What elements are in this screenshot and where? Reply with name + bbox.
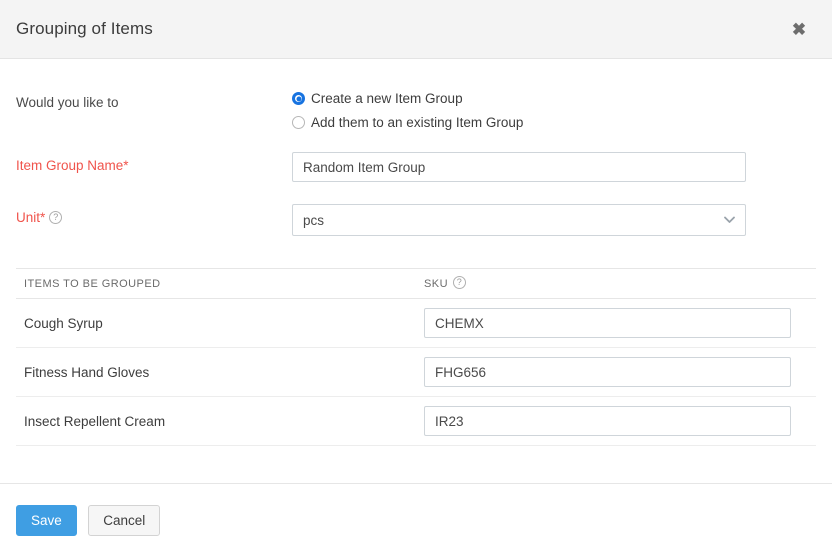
sku-input[interactable] — [424, 357, 791, 387]
items-table: ITEMS TO BE GROUPED SKU ? Cough Syrup Fi… — [16, 268, 816, 446]
sku-input[interactable] — [424, 308, 791, 338]
sku-input[interactable] — [424, 406, 791, 436]
table-row: Cough Syrup — [16, 299, 816, 348]
grouping-choice-options: Create a new Item Group Add them to an e… — [292, 89, 523, 130]
sku-help-circle-icon[interactable]: ? — [453, 276, 466, 289]
radio-create-new-item-group-icon[interactable] — [292, 92, 305, 105]
grouping-choice-label: Would you like to — [16, 89, 292, 110]
radio-option-create-new-item-group[interactable]: Create a new Item Group — [292, 91, 523, 106]
column-header-sku: SKU ? — [424, 277, 466, 290]
unit-select-value: pcs — [303, 213, 324, 228]
cancel-button[interactable]: Cancel — [88, 505, 160, 536]
dialog-body: Would you like to Create a new Item Grou… — [0, 59, 832, 483]
help-circle-icon[interactable]: ? — [49, 211, 62, 224]
unit-row: Unit*? pcs — [16, 204, 816, 236]
unit-label-text: Unit* — [16, 210, 45, 225]
radio-option-add-to-existing-item-group[interactable]: Add them to an existing Item Group — [292, 115, 523, 130]
table-row: Insect Repellent Cream — [16, 397, 816, 446]
unit-select[interactable]: pcs — [292, 204, 746, 236]
item-name: Insect Repellent Cream — [16, 414, 424, 429]
item-name: Cough Syrup — [16, 316, 424, 331]
unit-select-wrap: pcs — [292, 204, 746, 236]
radio-option-create-new-item-group-label: Create a new Item Group — [311, 91, 463, 106]
items-table-header: ITEMS TO BE GROUPED SKU ? — [16, 269, 816, 299]
close-icon[interactable]: ✖ — [786, 16, 812, 42]
dialog-header: Grouping of Items ✖ — [0, 0, 832, 59]
item-group-name-row: Item Group Name* — [16, 152, 816, 182]
unit-label: Unit*? — [16, 204, 292, 225]
table-row: Fitness Hand Gloves — [16, 348, 816, 397]
item-group-name-input[interactable] — [292, 152, 746, 182]
item-group-name-label: Item Group Name* — [16, 152, 292, 173]
dialog-title: Grouping of Items — [16, 19, 153, 39]
dialog-footer: Save Cancel — [0, 483, 832, 552]
grouping-of-items-dialog: Grouping of Items ✖ Would you like to Cr… — [0, 0, 832, 552]
grouping-choice-row: Would you like to Create a new Item Grou… — [16, 89, 816, 130]
column-header-items: ITEMS TO BE GROUPED — [16, 278, 424, 290]
radio-add-to-existing-item-group-icon[interactable] — [292, 116, 305, 129]
save-button[interactable]: Save — [16, 505, 77, 536]
radio-option-add-to-existing-item-group-label: Add them to an existing Item Group — [311, 115, 523, 130]
item-name: Fitness Hand Gloves — [16, 365, 424, 380]
column-header-sku-text: SKU — [424, 278, 448, 290]
